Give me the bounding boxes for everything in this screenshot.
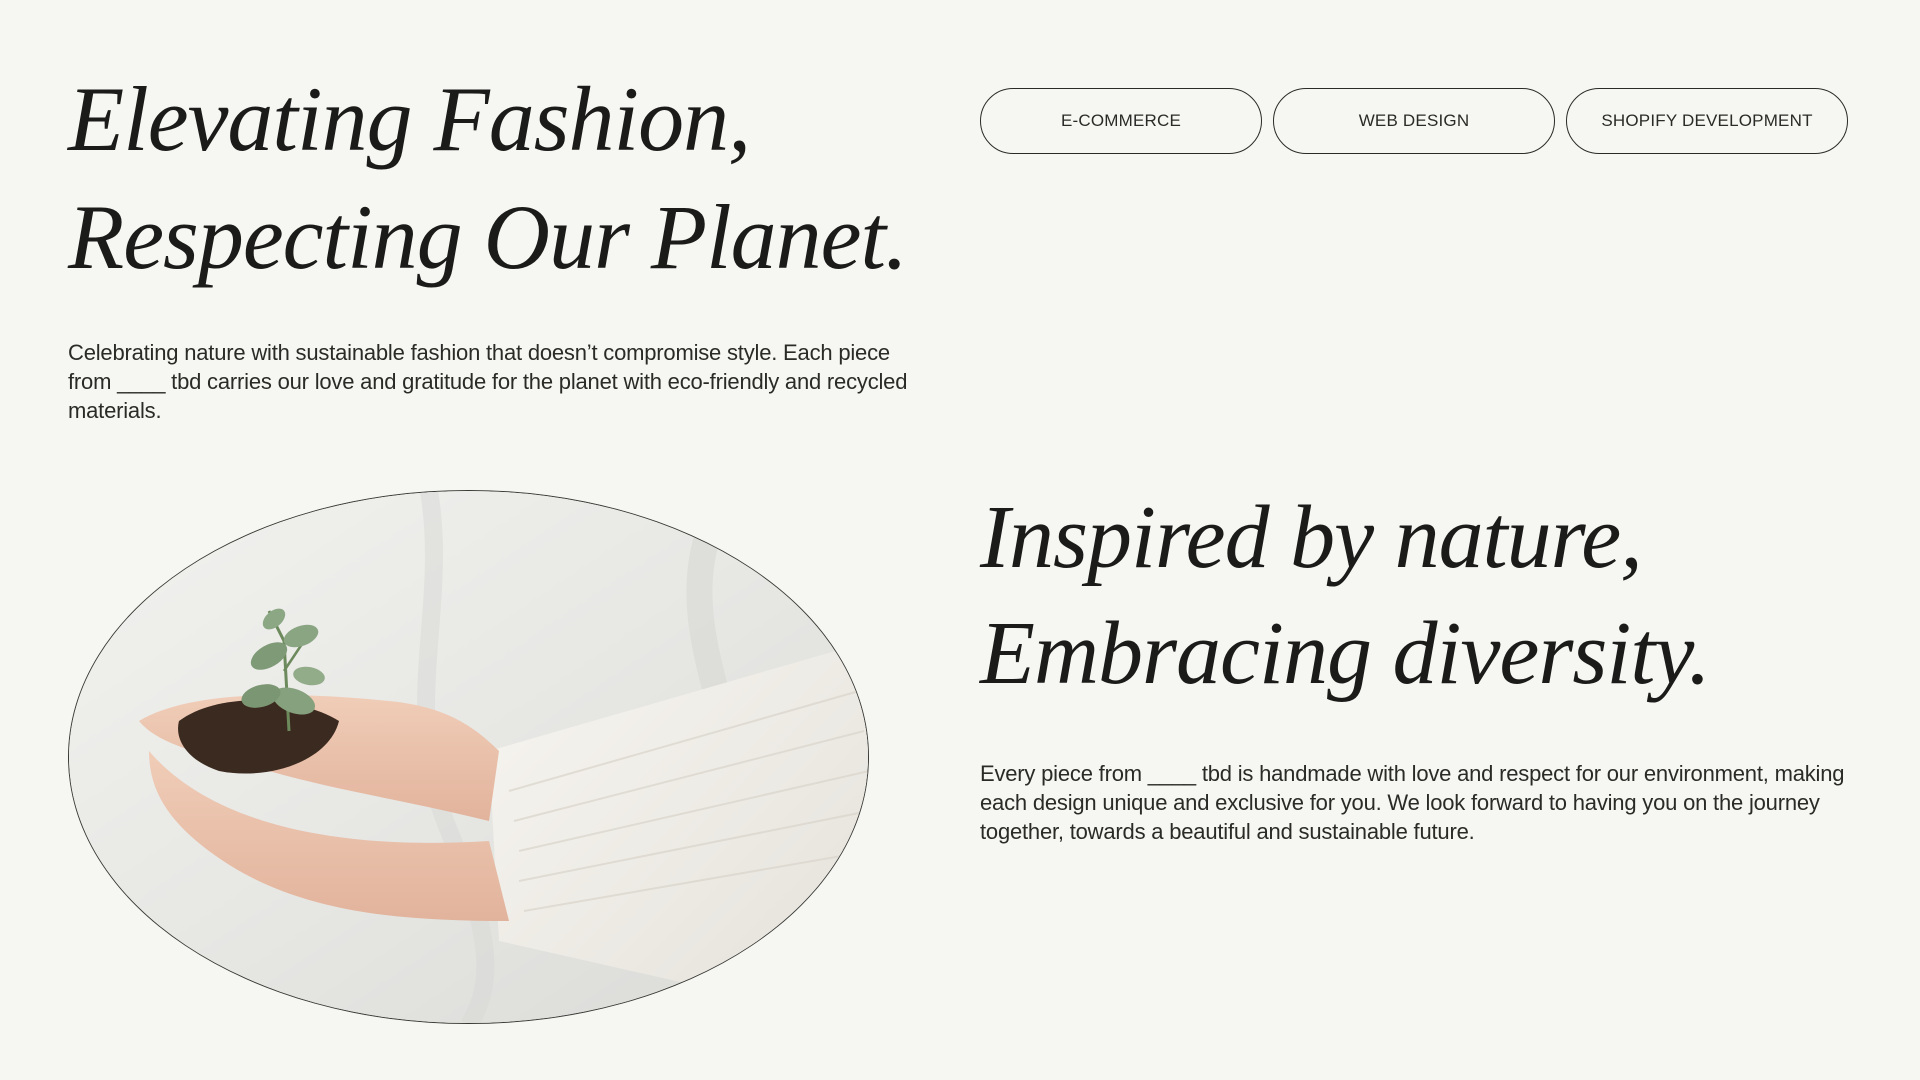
section-title-line-1: Inspired by nature, <box>980 488 1643 587</box>
hands-holding-seedling-photo <box>68 490 869 1024</box>
section-title: Inspired by nature, Embracing diversity. <box>980 480 1880 712</box>
tag-web-design[interactable]: WEB DESIGN <box>1273 88 1555 154</box>
tag-shopify-development[interactable]: SHOPIFY DEVELOPMENT <box>1566 88 1848 154</box>
hero-description: Celebrating nature with sustainable fash… <box>68 340 908 423</box>
hero-title-line-1: Elevating Fashion, <box>68 68 751 170</box>
hero-title-line-2: Respecting Our Planet. <box>68 186 908 288</box>
section-title-line-2: Embracing diversity. <box>980 604 1711 703</box>
seedling-illustration <box>69 491 868 1023</box>
section-description: Every piece from ____ tbd is handmade wi… <box>980 761 1845 844</box>
tag-e-commerce[interactable]: E-COMMERCE <box>980 88 1262 154</box>
hero-title: Elevating Fashion, Respecting Our Planet… <box>68 60 968 296</box>
service-tags: E-COMMERCE WEB DESIGN SHOPIFY DEVELOPMEN… <box>980 88 1848 154</box>
